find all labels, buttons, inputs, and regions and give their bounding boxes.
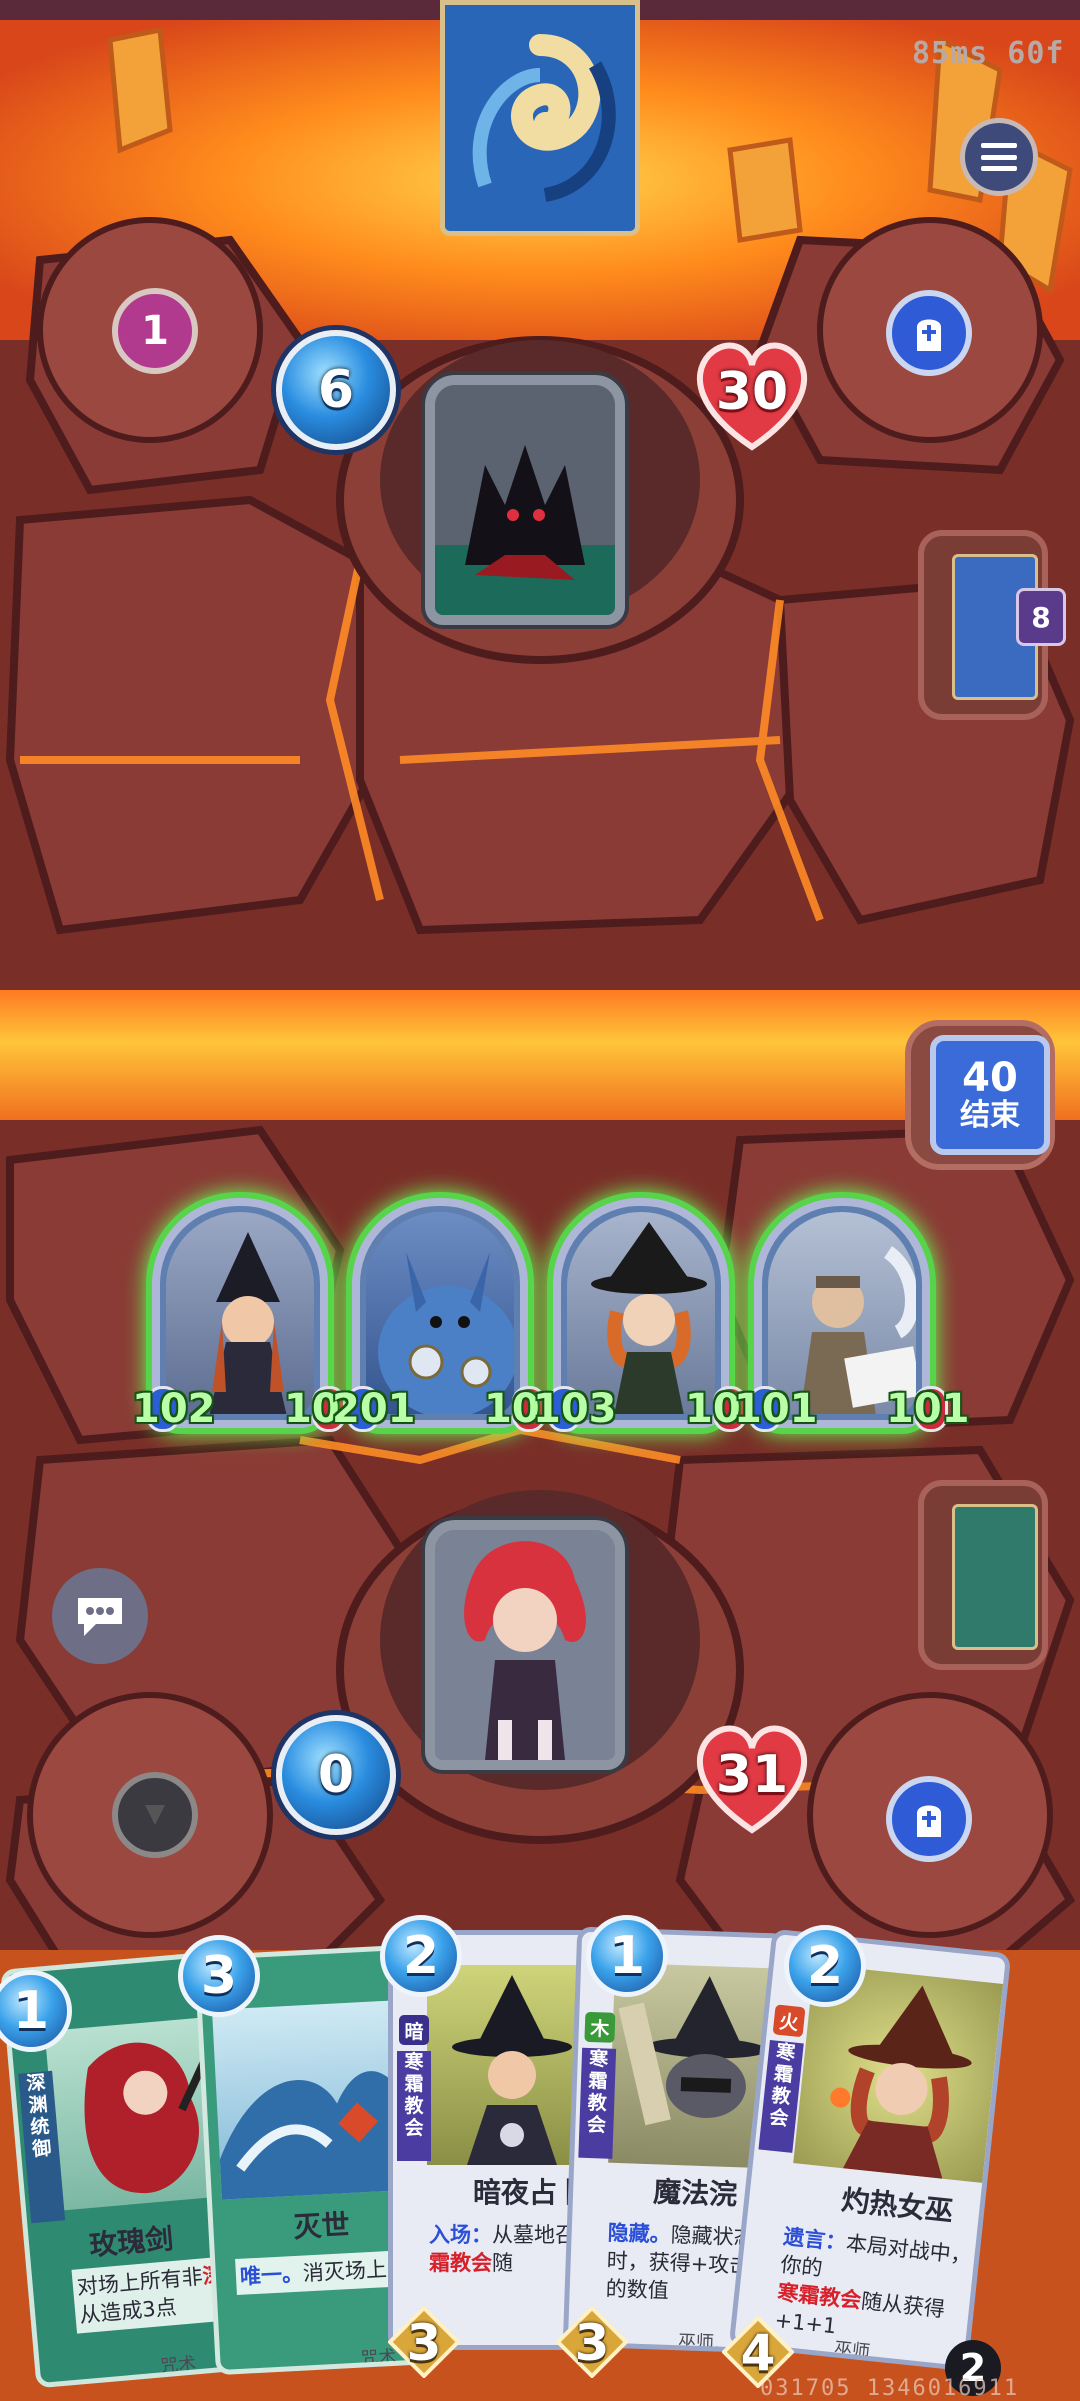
player-graveyard-button[interactable] [886, 1776, 972, 1862]
chat-bubble-icon [78, 1598, 122, 1636]
scholar-portrait-icon [768, 1212, 916, 1414]
card-attack-badge: 4 [721, 2315, 795, 2389]
shadow-wolf-icon [435, 385, 615, 615]
element-tag: 火 [772, 2004, 806, 2038]
opponent-deck[interactable]: 8 [918, 530, 1066, 720]
card-type: 巫师, [677, 2331, 721, 2354]
deck-count-badge: 8 [1016, 588, 1066, 646]
player-deck[interactable] [918, 1480, 1048, 1670]
deck-stack-icon [952, 1504, 1038, 1650]
card-art [212, 1999, 412, 2200]
board-minion-4[interactable]: 101 101 [734, 1198, 970, 1432]
element-tag: 暗 [399, 2015, 429, 2045]
tombstone-icon [917, 319, 941, 351]
card-type: 咒术 [159, 2353, 198, 2378]
card-text: 遗言：本局对战中，你的 寒霜教会随从获得+1+1 [773, 2224, 973, 2339]
opponent-card-back[interactable] [440, 0, 640, 236]
clock-beast-icon [366, 1212, 514, 1414]
card-name: 灼热女巫 [839, 2183, 955, 2228]
end-turn-button[interactable]: 40 结束 [930, 1035, 1050, 1155]
board-minion-1[interactable]: 102 102 [132, 1198, 368, 1432]
card-name: 玫瑰剑 [88, 2221, 175, 2263]
card-cost: 3 [178, 1935, 260, 2017]
player-health-heart: 31 [687, 1718, 817, 1838]
hand-card-5[interactable]: 火 寒霜教会 灼热女巫 遗言：本局对战中，你的 寒霜教会随从获得+1+1 巫师 [728, 1928, 1012, 2372]
card-attack-badge: 3 [555, 2305, 629, 2379]
minion-attack: 101 [734, 1386, 818, 1432]
card-tribe: 寒霜教会 [397, 2051, 431, 2161]
card-name: 灭世 [292, 2208, 351, 2244]
player-round-badge [112, 1772, 198, 1858]
moon-sigil-icon [145, 1805, 165, 1825]
minion-attack: 201 [332, 1386, 416, 1432]
opponent-round-badge: 1 [112, 288, 198, 374]
red-haired-witch-icon [435, 1530, 615, 1760]
menu-button[interactable] [960, 118, 1038, 196]
hamburger-icon [981, 143, 1017, 171]
tidal-wave-icon [219, 2071, 412, 2200]
card-attack-badge: 3 [387, 2305, 461, 2379]
board-minion-2[interactable]: 201 101 [332, 1198, 568, 1432]
end-turn-label: 结束 [960, 1098, 1020, 1133]
card-cost: 2 [380, 1915, 462, 1997]
player-hero-portrait[interactable] [425, 1520, 625, 1770]
minion-attack: 103 [533, 1386, 617, 1432]
opponent-hero-portrait[interactable] [425, 375, 625, 625]
opponent-graveyard-button[interactable] [886, 290, 972, 376]
card-name: 魔法浣 [652, 2175, 738, 2212]
sorceress-portrait-icon [567, 1212, 715, 1414]
opponent-mana-orb: 6 [276, 330, 396, 450]
card-cost: 2 [784, 1925, 866, 2007]
game-board: 85ms 60f 1 6 30 8 40 结束 102 102 201 101 … [0, 0, 1080, 2401]
tombstone-icon [917, 1805, 941, 1837]
session-id: 031705 1346016911 [760, 2376, 1020, 2401]
element-tag: 木 [584, 2011, 616, 2043]
card-tribe: 寒霜教会 [578, 2047, 617, 2159]
chat-button[interactable] [52, 1568, 148, 1664]
swirl-icon [445, 5, 635, 231]
minion-health: 101 [886, 1386, 970, 1432]
board-minion-3[interactable]: 103 101 [533, 1198, 769, 1432]
witch-portrait-icon [166, 1212, 314, 1414]
minion-attack: 102 [132, 1386, 216, 1432]
player-mana-orb: 0 [276, 1715, 396, 1835]
card-cost: 1 [586, 1915, 668, 1997]
opponent-health-heart: 30 [687, 335, 817, 455]
latency-readout: 85ms 60f [912, 36, 1065, 71]
turn-timer: 40 [962, 1055, 1018, 1101]
